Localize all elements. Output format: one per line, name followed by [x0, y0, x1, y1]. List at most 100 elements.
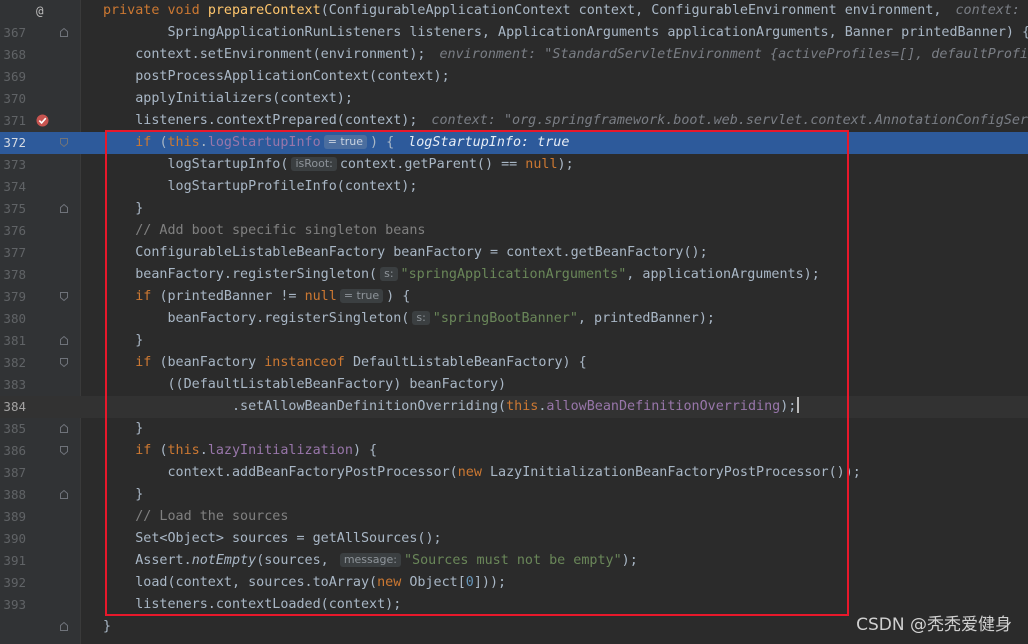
code-editor[interactable]: @ private void prepareContext(Configurabl…: [0, 0, 1028, 644]
code-text[interactable]: ConfigurableListableBeanFactory beanFact…: [103, 242, 707, 264]
code-line[interactable]: 375 }: [0, 198, 1028, 220]
line-number[interactable]: 383: [0, 374, 26, 396]
line-number[interactable]: 389: [0, 506, 26, 528]
code-line[interactable]: 368 context.setEnvironment(environment);…: [0, 44, 1028, 66]
line-number[interactable]: 370: [0, 88, 26, 110]
fold-close-icon[interactable]: [60, 336, 68, 345]
code-line[interactable]: 380 beanFactory.registerSingleton(s: "spr…: [0, 308, 1028, 330]
line-number[interactable]: 368: [0, 44, 26, 66]
code-line[interactable]: 388 }: [0, 484, 1028, 506]
code-text[interactable]: context.addBeanFactoryPostProcessor(new …: [103, 462, 860, 484]
code-line[interactable]: 391 Assert.notEmpty(sources, message: "So…: [0, 550, 1028, 572]
code-text[interactable]: if (this.logStartupInfo = true) {logStart…: [103, 132, 569, 154]
code-line[interactable]: 377 ConfigurableListableBeanFactory bean…: [0, 242, 1028, 264]
line-number[interactable]: 371: [0, 110, 26, 132]
code-line[interactable]: 369 postProcessApplicationContext(contex…: [0, 66, 1028, 88]
code-token: , applicationArguments);: [626, 267, 820, 282]
code-text[interactable]: if (printedBanner != null = true) {: [103, 286, 410, 308]
code-token: applyInitializers(context);: [103, 91, 353, 106]
breakpoint-check-icon[interactable]: [36, 114, 49, 127]
code-text[interactable]: logStartupProfileInfo(context);: [103, 176, 417, 198]
line-number[interactable]: 382: [0, 352, 26, 374]
fold-close-icon[interactable]: [60, 424, 68, 433]
code-line[interactable]: 373 logStartupInfo(isRoot: context.getPar…: [0, 154, 1028, 176]
code-line[interactable]: 381 }: [0, 330, 1028, 352]
code-text[interactable]: // Load the sources: [103, 506, 288, 528]
code-line[interactable]: 382 if (beanFactory instanceof DefaultLi…: [0, 352, 1028, 374]
code-line[interactable]: 387 context.addBeanFactoryPostProcessor(…: [0, 462, 1028, 484]
code-text[interactable]: Assert.notEmpty(sources, message: "Source…: [103, 550, 638, 572]
code-text[interactable]: listeners.contextLoaded(context);: [103, 594, 401, 616]
line-number[interactable]: 377: [0, 242, 26, 264]
line-number[interactable]: 376: [0, 220, 26, 242]
line-number[interactable]: 386: [0, 440, 26, 462]
line-number[interactable]: 373: [0, 154, 26, 176]
line-number[interactable]: 390: [0, 528, 26, 550]
code-lines[interactable]: @ private void prepareContext(Configurabl…: [0, 0, 1028, 638]
code-text[interactable]: context.setEnvironment(environment); envi…: [103, 44, 1028, 66]
line-number[interactable]: 375: [0, 198, 26, 220]
code-line[interactable]: 367 SpringApplicationRunListeners listen…: [0, 22, 1028, 44]
code-line[interactable]: 390 Set<Object> sources = getAllSources(…: [0, 528, 1028, 550]
code-token: Object[: [409, 575, 466, 590]
code-line[interactable]: 384 .setAllowBeanDefinitionOverriding(th…: [0, 396, 1028, 418]
fold-open-icon[interactable]: [60, 138, 68, 147]
line-number[interactable]: 380: [0, 308, 26, 330]
line-number[interactable]: 381: [0, 330, 26, 352]
line-number[interactable]: 367: [0, 22, 26, 44]
line-number[interactable]: 372: [0, 132, 26, 154]
fold-open-icon[interactable]: [60, 446, 68, 455]
code-text[interactable]: }: [103, 198, 143, 220]
code-line[interactable]: @ private void prepareContext(Configurabl…: [0, 0, 1028, 22]
code-text[interactable]: private void prepareContext(Configurable…: [103, 0, 1028, 22]
line-number[interactable]: 387: [0, 462, 26, 484]
line-number[interactable]: 378: [0, 264, 26, 286]
line-number[interactable]: 393: [0, 594, 26, 616]
line-number[interactable]: 369: [0, 66, 26, 88]
code-text[interactable]: SpringApplicationRunListeners listeners,…: [103, 22, 1028, 44]
code-text[interactable]: beanFactory.registerSingleton(s: "springB…: [103, 308, 715, 330]
line-number[interactable]: 388: [0, 484, 26, 506]
line-number[interactable]: 391: [0, 550, 26, 572]
code-text[interactable]: applyInitializers(context);: [103, 88, 353, 110]
fold-close-icon[interactable]: [60, 622, 68, 631]
line-number[interactable]: 384: [0, 396, 26, 418]
code-text[interactable]: listeners.contextPrepared(context); conte…: [103, 110, 1028, 132]
code-line[interactable]: 385 }: [0, 418, 1028, 440]
code-text[interactable]: }: [103, 484, 143, 506]
code-text[interactable]: ((DefaultListableBeanFactory) beanFactor…: [103, 374, 506, 396]
line-number[interactable]: 385: [0, 418, 26, 440]
code-text[interactable]: postProcessApplicationContext(context);: [103, 66, 449, 88]
code-line[interactable]: 386 if (this.lazyInitialization) {: [0, 440, 1028, 462]
code-text[interactable]: beanFactory.registerSingleton(s: "springA…: [103, 264, 820, 286]
code-line[interactable]: 383 ((DefaultListableBeanFactory) beanFa…: [0, 374, 1028, 396]
code-line[interactable]: 374 logStartupProfileInfo(context);: [0, 176, 1028, 198]
code-line[interactable]: 376 // Add boot specific singleton beans: [0, 220, 1028, 242]
fold-close-icon[interactable]: [60, 490, 68, 499]
line-number[interactable]: 374: [0, 176, 26, 198]
code-text[interactable]: load(context, sources.toArray(new Object…: [103, 572, 506, 594]
code-line[interactable]: 371 listeners.contextPrepared(context); c…: [0, 110, 1028, 132]
code-text[interactable]: if (beanFactory instanceof DefaultListab…: [103, 352, 586, 374]
fold-close-icon[interactable]: [60, 204, 68, 213]
override-at-icon[interactable]: @: [36, 0, 44, 22]
code-line[interactable]: 372 if (this.logStartupInfo = true) {logS…: [0, 132, 1028, 154]
fold-open-icon[interactable]: [60, 292, 68, 301]
code-text[interactable]: }: [103, 330, 143, 352]
code-text[interactable]: }: [103, 418, 143, 440]
fold-close-icon[interactable]: [60, 28, 68, 37]
code-text[interactable]: .setAllowBeanDefinitionOverriding(this.a…: [103, 396, 800, 418]
line-number[interactable]: 379: [0, 286, 26, 308]
code-text[interactable]: // Add boot specific singleton beans: [103, 220, 425, 242]
code-line[interactable]: 378 beanFactory.registerSingleton(s: "spr…: [0, 264, 1028, 286]
line-number[interactable]: 392: [0, 572, 26, 594]
code-line[interactable]: 392 load(context, sources.toArray(new Ob…: [0, 572, 1028, 594]
code-text[interactable]: logStartupInfo(isRoot: context.getParent(…: [103, 154, 574, 176]
code-line[interactable]: 379 if (printedBanner != null = true) {: [0, 286, 1028, 308]
code-text[interactable]: Set<Object> sources = getAllSources();: [103, 528, 441, 550]
code-text[interactable]: }: [103, 616, 111, 638]
fold-open-icon[interactable]: [60, 358, 68, 367]
code-line[interactable]: 370 applyInitializers(context);: [0, 88, 1028, 110]
code-text[interactable]: if (this.lazyInitialization) {: [103, 440, 377, 462]
code-line[interactable]: 389 // Load the sources: [0, 506, 1028, 528]
